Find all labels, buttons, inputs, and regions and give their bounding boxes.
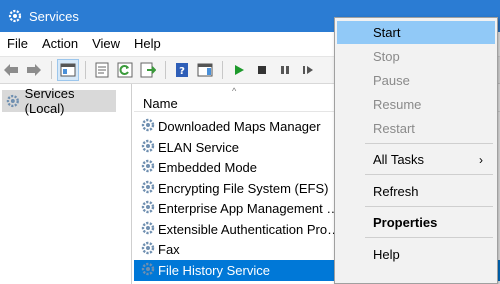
context-menu-properties[interactable]: Properties <box>337 211 495 234</box>
service-name: Downloaded Maps Manager <box>158 119 321 134</box>
refresh-button[interactable] <box>114 59 136 81</box>
context-menu-resume[interactable]: Resume <box>337 93 495 116</box>
help-button[interactable]: ? <box>171 59 193 81</box>
services-gear-icon <box>8 9 22 23</box>
service-name: Embedded Mode <box>158 160 258 175</box>
context-menu-separator <box>365 174 493 175</box>
properties-sheet-icon <box>95 62 109 78</box>
context-menu-pause[interactable]: Pause <box>337 69 495 92</box>
services-gear-icon <box>6 94 19 108</box>
context-menu-restart[interactable]: Restart <box>337 117 495 140</box>
context-menu-refresh[interactable]: Refresh <box>337 180 495 203</box>
menu-action[interactable]: Action <box>35 32 85 56</box>
service-name: File History Service <box>158 262 270 278</box>
help-book-icon: ? <box>176 63 188 77</box>
service-name: ELAN Service <box>158 139 239 155</box>
context-menu-separator <box>365 143 493 144</box>
export-icon <box>140 62 156 78</box>
play-icon <box>235 65 244 75</box>
toolbar-separator <box>165 61 166 79</box>
context-menu-stop[interactable]: Stop <box>337 45 495 68</box>
toolbar-separator <box>51 61 52 79</box>
export-list-button[interactable] <box>137 59 159 81</box>
service-name: Fax <box>158 242 180 257</box>
console-tree-icon <box>60 63 76 77</box>
menu-view[interactable]: View <box>85 32 127 56</box>
properties-button[interactable] <box>91 59 113 81</box>
tree-item-label: Services (Local) <box>24 86 75 116</box>
resume-icon <box>303 66 313 74</box>
refresh-icon <box>117 62 133 78</box>
service-gear-icon <box>140 179 156 198</box>
back-button[interactable] <box>0 59 22 81</box>
console-tree: Services (Local) <box>0 84 132 284</box>
context-menu-separator <box>365 206 493 207</box>
action-pane-icon <box>197 63 213 77</box>
back-arrow-icon <box>4 64 18 76</box>
toolbar-separator <box>222 61 223 79</box>
tree-item-services-local[interactable]: Services (Local) <box>2 86 116 116</box>
service-gear-icon <box>140 199 156 218</box>
sort-caret-icon: ^ <box>232 86 237 96</box>
stop-icon <box>258 66 266 74</box>
service-gear-icon <box>140 138 156 157</box>
context-menu: Start Stop Pause Resume Restart All Task… <box>334 17 498 284</box>
service-name: Encrypting File System (EFS) <box>158 180 329 196</box>
show-action-pane-button[interactable] <box>194 59 216 81</box>
resume-service-button[interactable] <box>297 59 319 81</box>
context-menu-separator <box>365 237 493 238</box>
all-tasks-label: All Tasks <box>373 152 425 167</box>
show-hide-console-tree-button[interactable] <box>57 59 79 81</box>
service-gear-icon <box>140 240 156 259</box>
forward-button[interactable] <box>23 59 45 81</box>
stop-service-button[interactable] <box>251 59 273 81</box>
toolbar-separator <box>85 61 86 79</box>
service-gear-icon <box>140 117 156 136</box>
service-gear-icon <box>140 220 156 239</box>
service-name: Extensible Authentication Pro… <box>158 221 341 237</box>
menu-help[interactable]: Help <box>127 32 168 56</box>
service-gear-icon <box>140 261 156 280</box>
context-menu-help[interactable]: Help <box>337 243 495 266</box>
pause-icon <box>281 66 289 74</box>
forward-arrow-icon <box>27 64 41 76</box>
column-header-name[interactable]: Name <box>143 96 178 111</box>
menu-file[interactable]: File <box>0 32 35 56</box>
submenu-arrow-icon: › <box>479 152 483 167</box>
pause-service-button[interactable] <box>274 59 296 81</box>
window-title: Services <box>29 8 79 24</box>
start-service-button[interactable] <box>228 59 250 81</box>
context-menu-all-tasks[interactable]: All Tasks › <box>337 148 495 171</box>
svg-text:?: ? <box>179 66 185 77</box>
context-menu-start[interactable]: Start <box>337 21 495 44</box>
service-gear-icon <box>140 158 156 177</box>
service-name: Enterprise App Management … <box>158 201 340 216</box>
